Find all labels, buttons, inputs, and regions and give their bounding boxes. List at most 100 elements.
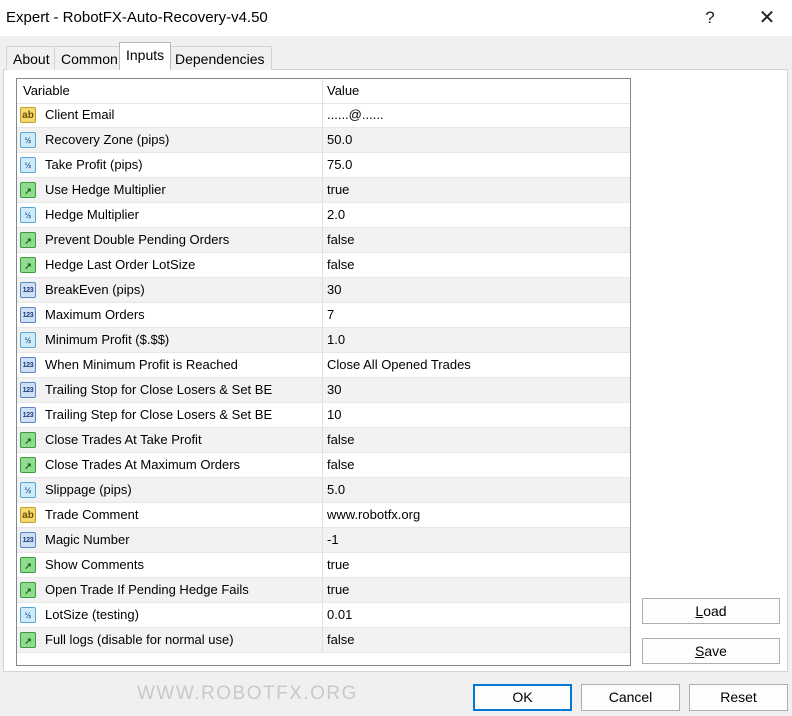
load-button[interactable]: Load: [642, 598, 780, 624]
tab-dependencies[interactable]: Dependencies: [168, 46, 272, 70]
load-label-rest: oad: [703, 603, 727, 619]
variable-value[interactable]: false: [327, 253, 354, 277]
bool-type-icon: ↗: [20, 457, 36, 473]
cell-divider: [322, 403, 323, 427]
variable-value[interactable]: false: [327, 453, 354, 477]
column-header-variable[interactable]: Variable: [23, 79, 70, 103]
title-bar: Expert - RobotFX-Auto-Recovery-v4.50 ? ✕: [0, 0, 792, 36]
cell-divider: [322, 628, 323, 652]
tab-inputs[interactable]: Inputs: [119, 42, 172, 70]
variable-value[interactable]: true: [327, 178, 349, 202]
close-button[interactable]: ✕: [745, 3, 789, 33]
cell-divider: [322, 578, 323, 602]
integer-type-icon: 123: [20, 282, 36, 298]
table-row[interactable]: ↗ Show Comments true: [17, 553, 630, 578]
variable-name: Hedge Multiplier: [45, 207, 139, 222]
cell-divider: [322, 603, 323, 627]
table-row[interactable]: 123 Magic Number -1: [17, 528, 630, 553]
variable-name: Prevent Double Pending Orders: [45, 232, 230, 247]
bool-type-icon: ↗: [20, 257, 36, 273]
table-row[interactable]: ↗ Use Hedge Multiplier true: [17, 178, 630, 203]
variable-name: Close Trades At Maximum Orders: [45, 457, 241, 472]
variable-name: Trailing Stop for Close Losers & Set BE: [45, 382, 273, 397]
variable-name: Trailing Step for Close Losers & Set BE: [45, 407, 273, 422]
cell-divider: [322, 203, 323, 227]
variable-name: Client Email: [45, 107, 115, 122]
table-row[interactable]: ab Trade Comment www.robotfx.org: [17, 503, 630, 528]
variable-value[interactable]: true: [327, 578, 349, 602]
cancel-button[interactable]: Cancel: [581, 684, 680, 711]
double-type-icon: ½: [20, 482, 36, 498]
window-title: Expert - RobotFX-Auto-Recovery-v4.50: [6, 9, 268, 26]
save-button[interactable]: Save: [642, 638, 780, 664]
bool-type-icon: ↗: [20, 232, 36, 248]
table-row[interactable]: ab Client Email ......@......: [17, 103, 630, 128]
variable-name: Full logs (disable for normal use): [45, 632, 234, 647]
variable-value[interactable]: 50.0: [327, 128, 352, 152]
variable-value[interactable]: -1: [327, 528, 339, 552]
table-row[interactable]: ½ LotSize (testing) 0.01: [17, 603, 630, 628]
table-row[interactable]: ½ Minimum Profit ($.$$) 1.0: [17, 328, 630, 353]
cell-divider: [322, 328, 323, 352]
table-row[interactable]: ↗ Full logs (disable for normal use) false: [17, 628, 630, 653]
variable-value[interactable]: 75.0: [327, 153, 352, 177]
variable-value[interactable]: 10: [327, 403, 341, 427]
table-row[interactable]: ↗ Close Trades At Maximum Orders false: [17, 453, 630, 478]
reset-button[interactable]: Reset: [689, 684, 788, 711]
table-row[interactable]: 123 Maximum Orders 7: [17, 303, 630, 328]
variable-value[interactable]: true: [327, 553, 349, 577]
variable-name: Hedge Last Order LotSize: [45, 257, 196, 272]
string-type-icon: ab: [20, 507, 36, 523]
table-row[interactable]: 123 When Minimum Profit is Reached Close A…: [17, 353, 630, 378]
save-label-rest: ave: [704, 643, 727, 659]
table-row[interactable]: ↗ Prevent Double Pending Orders false: [17, 228, 630, 253]
column-header-value[interactable]: Value: [327, 79, 359, 103]
cell-divider: [322, 278, 323, 302]
column-divider[interactable]: [322, 79, 323, 103]
variable-value[interactable]: 0.01: [327, 603, 352, 627]
variable-value[interactable]: 30: [327, 278, 341, 302]
variable-name: Recovery Zone (pips): [45, 132, 170, 147]
variable-name: Use Hedge Multiplier: [45, 182, 166, 197]
integer-type-icon: 123: [20, 407, 36, 423]
tab-about[interactable]: About: [6, 46, 57, 70]
table-row[interactable]: ↗ Open Trade If Pending Hedge Fails true: [17, 578, 630, 603]
table-row[interactable]: ½ Slippage (pips) 5.0: [17, 478, 630, 503]
variable-name: BreakEven (pips): [45, 282, 145, 297]
variable-value[interactable]: false: [327, 628, 354, 652]
variable-value[interactable]: www.robotfx.org: [327, 503, 420, 527]
double-type-icon: ½: [20, 157, 36, 173]
table-row[interactable]: ½ Recovery Zone (pips) 50.0: [17, 128, 630, 153]
ok-button[interactable]: OK: [473, 684, 572, 711]
cell-divider: [322, 253, 323, 277]
variable-name: When Minimum Profit is Reached: [45, 357, 238, 372]
table-row[interactable]: ½ Take Profit (pips) 75.0: [17, 153, 630, 178]
variable-value[interactable]: 5.0: [327, 478, 345, 502]
variable-value[interactable]: 1.0: [327, 328, 345, 352]
variable-name: Minimum Profit ($.$$): [45, 332, 170, 347]
tab-common[interactable]: Common: [54, 46, 125, 70]
bool-type-icon: ↗: [20, 432, 36, 448]
variable-value[interactable]: 2.0: [327, 203, 345, 227]
bool-type-icon: ↗: [20, 182, 36, 198]
variable-value[interactable]: 7: [327, 303, 334, 327]
table-row[interactable]: 123 BreakEven (pips) 30: [17, 278, 630, 303]
table-row[interactable]: 123 Trailing Step for Close Losers & Set …: [17, 403, 630, 428]
table-row[interactable]: 123 Trailing Stop for Close Losers & Set …: [17, 378, 630, 403]
table-row[interactable]: ↗ Hedge Last Order LotSize false: [17, 253, 630, 278]
variable-value[interactable]: ......@......: [327, 103, 384, 127]
cell-divider: [322, 178, 323, 202]
grid-rows: ab Client Email ......@...... ½ Recovery Zon…: [17, 103, 630, 653]
bool-type-icon: ↗: [20, 582, 36, 598]
help-button[interactable]: ?: [688, 3, 732, 33]
variable-name: Slippage (pips): [45, 482, 132, 497]
variable-value[interactable]: false: [327, 228, 354, 252]
cell-divider: [322, 478, 323, 502]
variable-value[interactable]: false: [327, 428, 354, 452]
variable-value[interactable]: Close All Opened Trades: [327, 353, 471, 377]
table-row[interactable]: ↗ Close Trades At Take Profit false: [17, 428, 630, 453]
integer-type-icon: 123: [20, 532, 36, 548]
double-type-icon: ½: [20, 207, 36, 223]
table-row[interactable]: ½ Hedge Multiplier 2.0: [17, 203, 630, 228]
variable-value[interactable]: 30: [327, 378, 341, 402]
